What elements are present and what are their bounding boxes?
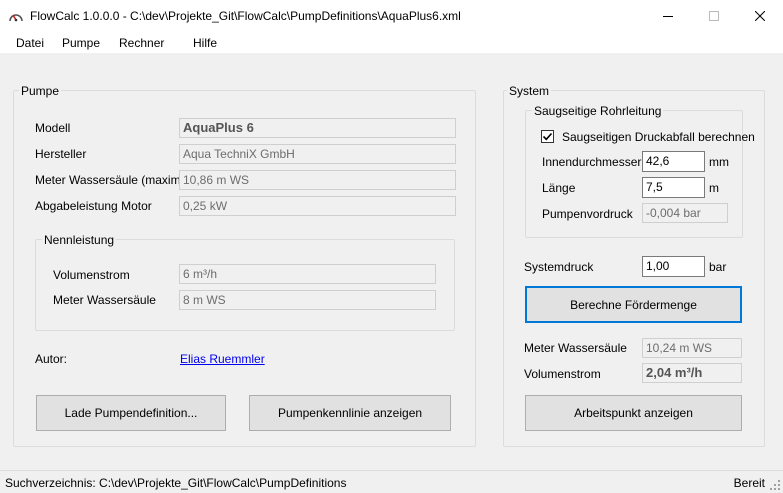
length-input[interactable]: 7,5 xyxy=(642,177,705,198)
show-pump-curve-button[interactable]: Pumpenkennlinie anzeigen xyxy=(249,395,451,431)
pre-pressure-field: -0,004 bar xyxy=(642,203,728,223)
result-flow-label: Volumenstrom xyxy=(524,367,601,381)
nominal-groupbox xyxy=(35,239,455,331)
minimize-icon xyxy=(663,16,673,17)
gauge-icon xyxy=(8,9,24,23)
max-head-label: Meter Wassersäule (maximal) xyxy=(35,173,194,187)
pump-group-label: Pumpe xyxy=(19,84,62,98)
system-pressure-input[interactable]: 1,00 xyxy=(642,256,705,277)
window-title: FlowCalc 1.0.0.0 - C:\dev\Projekte_Git\F… xyxy=(30,9,461,23)
nominal-head-field: 8 m WS xyxy=(179,290,436,310)
show-operating-point-button[interactable]: Arbeitspunkt anzeigen xyxy=(525,395,742,431)
diameter-label: Innendurchmesser xyxy=(542,155,642,169)
checkmark-icon xyxy=(542,132,553,141)
diameter-unit: mm xyxy=(709,155,729,169)
menu-hilfe[interactable]: Hilfe xyxy=(193,36,217,50)
menu-datei[interactable]: Datei xyxy=(16,36,44,50)
diameter-input[interactable]: 42,6 xyxy=(642,151,705,172)
nominal-head-label: Meter Wassersäule xyxy=(53,293,156,307)
motor-power-field: 0,25 kW xyxy=(179,196,456,216)
status-search-path: Suchverzeichnis: C:\dev\Projekte_Git\Flo… xyxy=(5,476,347,490)
pre-pressure-label: Pumpenvordruck xyxy=(542,207,633,221)
author-label: Autor: xyxy=(35,352,68,366)
manufacturer-field: Aqua TechniX GmbH xyxy=(179,144,456,164)
status-state: Bereit xyxy=(733,476,765,490)
calculate-flow-button[interactable]: Berechne Fördermenge xyxy=(525,286,742,323)
suction-group-label: Saugseitige Rohrleitung xyxy=(532,104,664,118)
system-pressure-label: Systemdruck xyxy=(524,260,594,274)
system-pressure-unit: bar xyxy=(709,260,727,274)
status-bar: Suchverzeichnis: C:\dev\Projekte_Git\Flo… xyxy=(0,470,783,493)
title-bar: FlowCalc 1.0.0.0 - C:\dev\Projekte_Git\F… xyxy=(0,0,783,32)
close-button[interactable] xyxy=(737,0,783,32)
menu-bar: Datei Pumpe Rechner Hilfe xyxy=(0,32,783,54)
minimize-button[interactable] xyxy=(645,0,691,32)
maximize-icon xyxy=(709,11,719,21)
max-head-field: 10,86 m WS xyxy=(179,170,456,190)
menu-rechner[interactable]: Rechner xyxy=(119,36,164,50)
size-grip-icon[interactable] xyxy=(769,479,781,491)
nominal-group-label: Nennleistung xyxy=(42,233,117,247)
result-head-label: Meter Wassersäule xyxy=(524,341,627,355)
close-icon xyxy=(755,11,765,21)
maximize-button[interactable] xyxy=(691,0,737,32)
menu-pumpe[interactable]: Pumpe xyxy=(62,36,100,50)
length-label: Länge xyxy=(542,181,576,195)
author-link[interactable]: Elias Ruemmler xyxy=(180,352,265,366)
model-label: Modell xyxy=(35,121,71,135)
result-head-field: 10,24 m WS xyxy=(642,338,742,358)
load-pump-definition-button[interactable]: Lade Pumpendefinition... xyxy=(36,395,226,431)
motor-power-label: Abgabeleistung Motor xyxy=(35,199,152,213)
nominal-flow-label: Volumenstrom xyxy=(53,268,130,282)
result-flow-field: 2,04 m³/h xyxy=(642,363,742,383)
suction-pressure-checkbox[interactable] xyxy=(541,130,554,143)
suction-pressure-checkbox-label[interactable]: Saugseitigen Druckabfall berechnen xyxy=(562,130,755,144)
model-field: AquaPlus 6 xyxy=(179,118,456,138)
length-unit: m xyxy=(709,181,719,195)
system-group-label: System xyxy=(507,84,552,98)
manufacturer-label: Hersteller xyxy=(35,147,87,161)
nominal-flow-field: 6 m³/h xyxy=(179,264,436,284)
